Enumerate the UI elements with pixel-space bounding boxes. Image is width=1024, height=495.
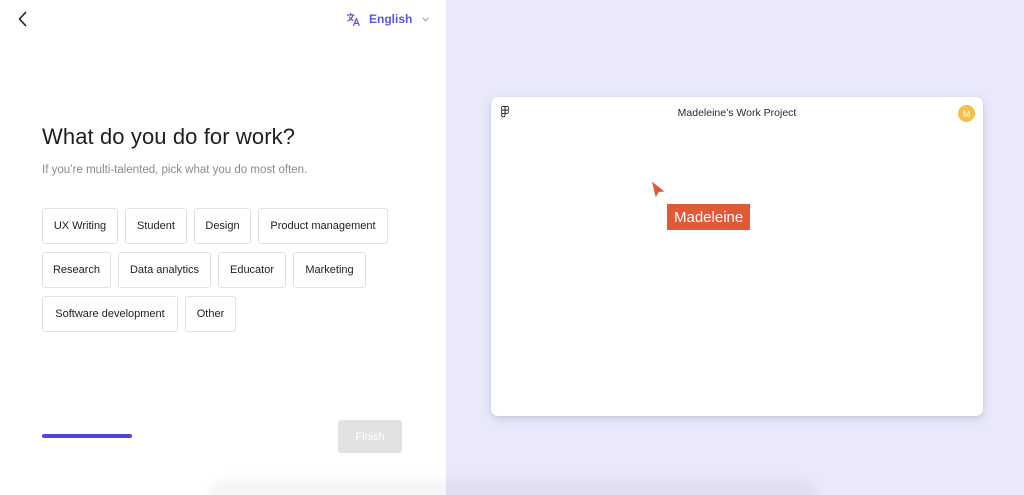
language-label: English <box>369 12 413 26</box>
language-selector[interactable]: English <box>346 10 429 28</box>
option-data-analytics[interactable]: Data analytics <box>118 252 211 288</box>
option-marketing[interactable]: Marketing <box>293 252 366 288</box>
back-button[interactable] <box>14 9 32 29</box>
avatar: M <box>958 105 975 122</box>
cursor-name-tag: Madeleine <box>667 204 751 230</box>
preview-file-card: Madeleine’s Work Project M Madeleine <box>491 97 983 416</box>
cursor-arrow-icon <box>650 179 667 200</box>
option-ux-writing[interactable]: UX Writing <box>42 208 118 244</box>
page-subtitle: If you’re multi-talented, pick what you … <box>42 164 308 176</box>
progress-bar <box>42 434 132 438</box>
option-educator[interactable]: Educator <box>218 252 286 288</box>
progress-fill <box>42 434 132 438</box>
option-software-development[interactable]: Software development <box>42 296 178 332</box>
option-other[interactable]: Other <box>185 296 236 332</box>
option-design[interactable]: Design <box>194 208 251 244</box>
translate-icon <box>346 12 360 26</box>
chevron-left-icon <box>18 11 27 27</box>
finish-button[interactable]: Finish <box>338 420 402 453</box>
page-title: What do you do for work? <box>42 124 296 149</box>
option-research[interactable]: Research <box>42 252 111 288</box>
chevron-down-icon <box>422 17 429 22</box>
option-product-management[interactable]: Product management <box>258 208 388 244</box>
onboarding-panel: English What do you do for work? If you’… <box>0 0 446 495</box>
project-title: Madeleine’s Work Project <box>677 107 797 119</box>
option-student[interactable]: Student <box>125 208 187 244</box>
bottom-shadow <box>215 486 810 495</box>
